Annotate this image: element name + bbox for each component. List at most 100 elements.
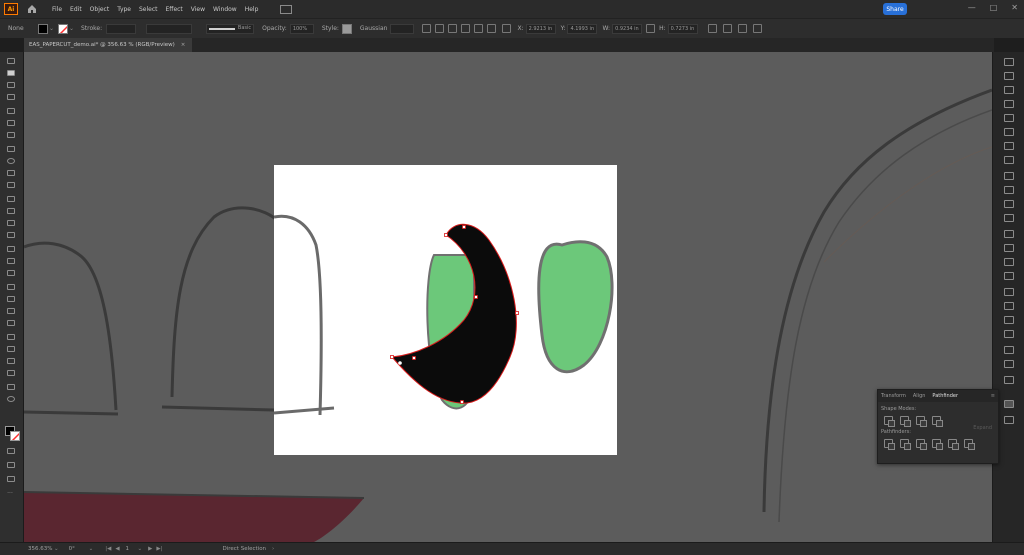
home-icon[interactable] [26, 3, 38, 15]
transform-icon[interactable] [1004, 416, 1014, 424]
canvas-area[interactable] [24, 52, 992, 542]
rotate-tool-icon[interactable] [7, 208, 17, 216]
transparency-icon[interactable] [1004, 200, 1014, 208]
draw-mode-icon[interactable] [7, 462, 17, 470]
width-tool-icon[interactable] [7, 232, 17, 240]
free-transform-tool-icon[interactable] [7, 246, 17, 254]
layers-icon[interactable] [1004, 72, 1014, 80]
color-mode-icon[interactable] [7, 448, 17, 456]
ellipse-tool-icon[interactable] [7, 158, 17, 166]
scale-tool-icon[interactable] [7, 220, 17, 228]
rotation-value[interactable]: 0° [69, 546, 89, 552]
line-tool-icon[interactable] [7, 146, 17, 154]
links-icon[interactable] [1004, 258, 1014, 266]
symbol-sprayer-tool-icon[interactable] [7, 334, 17, 342]
magic-wand-tool-icon[interactable] [7, 82, 17, 90]
artboard[interactable] [274, 165, 617, 455]
tab-transform[interactable]: Transform [881, 393, 906, 399]
menu-effect[interactable]: Effect [166, 6, 183, 13]
swatches-icon[interactable] [1004, 100, 1014, 108]
opentype-icon[interactable] [1004, 330, 1014, 338]
reference-point-icon[interactable] [502, 24, 512, 33]
character-icon[interactable] [1004, 302, 1014, 310]
link-icon[interactable] [646, 24, 656, 33]
last-artboard-icon[interactable]: ▶| [156, 546, 162, 552]
direct-selection-tool-icon[interactable] [7, 70, 17, 78]
align-icon[interactable] [1004, 376, 1014, 384]
eraser-tool-icon[interactable] [7, 196, 17, 204]
close-window-icon[interactable]: ✕ [1011, 3, 1018, 12]
x-field[interactable]: 2.9213 in [525, 23, 556, 34]
chevron-down-icon[interactable]: ⌄ [89, 546, 94, 552]
chevron-down-icon[interactable]: ⌄ [54, 546, 59, 552]
perspective-grid-tool-icon[interactable] [7, 270, 17, 278]
minus-back-button[interactable] [964, 439, 975, 450]
panel-menu-icon[interactable] [752, 24, 762, 33]
minus-front-button[interactable] [900, 416, 911, 427]
close-icon[interactable]: × [181, 42, 186, 48]
brush-definition-field[interactable]: Basic [206, 23, 255, 34]
type-tool-icon[interactable] [7, 132, 17, 140]
align-icon[interactable] [487, 24, 497, 33]
unite-button[interactable] [884, 416, 895, 427]
paragraph-icon[interactable] [1004, 316, 1014, 324]
zoom-tool-icon[interactable] [7, 396, 17, 404]
zoom-level[interactable]: 356.63% [28, 546, 54, 552]
share-button[interactable]: Share [883, 3, 907, 15]
eyedropper-tool-icon[interactable] [7, 308, 17, 316]
align-icon[interactable] [474, 24, 484, 33]
transform-icon[interactable] [707, 24, 717, 33]
fill-swatch[interactable] [38, 23, 48, 34]
image-trace-icon[interactable] [1004, 244, 1014, 252]
artboards-icon[interactable] [1004, 272, 1014, 280]
chevron-down-icon[interactable]: ⌄ [69, 25, 75, 32]
merge-button[interactable] [916, 439, 927, 450]
menu-type[interactable]: Type [117, 6, 131, 13]
document-tab[interactable]: EAS_PAPERCUT_demo.ai* @ 356.63 % (RGB/Pr… [24, 38, 192, 52]
symbols-icon[interactable] [1004, 128, 1014, 136]
more-tools-icon[interactable]: ··· [7, 490, 17, 498]
pathfinder-panel-icon[interactable] [1004, 400, 1014, 408]
hand-tool-icon[interactable] [7, 384, 17, 392]
menu-file[interactable]: File [52, 6, 62, 13]
crop-button[interactable] [932, 439, 943, 450]
pen-tool-icon[interactable] [7, 108, 17, 116]
curvature-tool-icon[interactable] [7, 120, 17, 128]
stroke-weight-field[interactable] [106, 23, 137, 34]
transform-panel-icon[interactable] [1004, 360, 1014, 368]
artboard-number[interactable]: 1 [126, 546, 138, 552]
color-panel-icon[interactable] [1004, 214, 1014, 222]
tab-align[interactable]: Align [913, 393, 926, 399]
menu-view[interactable]: View [191, 6, 205, 13]
shaper-tool-icon[interactable] [7, 182, 17, 190]
exclude-button[interactable] [932, 416, 943, 427]
appearance-icon[interactable] [1004, 156, 1014, 164]
blend-tool-icon[interactable] [7, 320, 17, 328]
screen-mode-icon[interactable] [7, 476, 17, 484]
recolor-icon[interactable] [737, 24, 747, 33]
divide-button[interactable] [884, 439, 895, 450]
align-icon[interactable] [461, 24, 471, 33]
graphic-styles-icon[interactable] [1004, 142, 1014, 150]
arrange-documents-icon[interactable] [280, 4, 293, 14]
asset-export-icon[interactable] [1004, 288, 1014, 296]
document-setup-field[interactable] [390, 23, 415, 34]
artboard-tool-icon[interactable] [7, 358, 17, 366]
chevron-right-icon[interactable]: › [272, 546, 274, 552]
align-icon[interactable] [435, 24, 445, 33]
outline-button[interactable] [948, 439, 959, 450]
gradient-panel-icon[interactable] [1004, 186, 1014, 194]
mesh-tool-icon[interactable] [7, 284, 17, 292]
menu-select[interactable]: Select [139, 6, 158, 13]
properties-icon[interactable] [1004, 58, 1014, 66]
align-icon[interactable] [422, 24, 432, 33]
chevron-down-icon[interactable]: ⌄ [138, 546, 143, 552]
libraries-icon[interactable] [1004, 86, 1014, 94]
graphic-style-swatch[interactable] [341, 23, 352, 34]
menu-help[interactable]: Help [245, 6, 259, 13]
menu-edit[interactable]: Edit [70, 6, 82, 13]
brushes-icon[interactable] [1004, 114, 1014, 122]
slice-tool-icon[interactable] [7, 370, 17, 378]
intersect-button[interactable] [916, 416, 927, 427]
stroke-color-icon[interactable] [10, 431, 20, 441]
